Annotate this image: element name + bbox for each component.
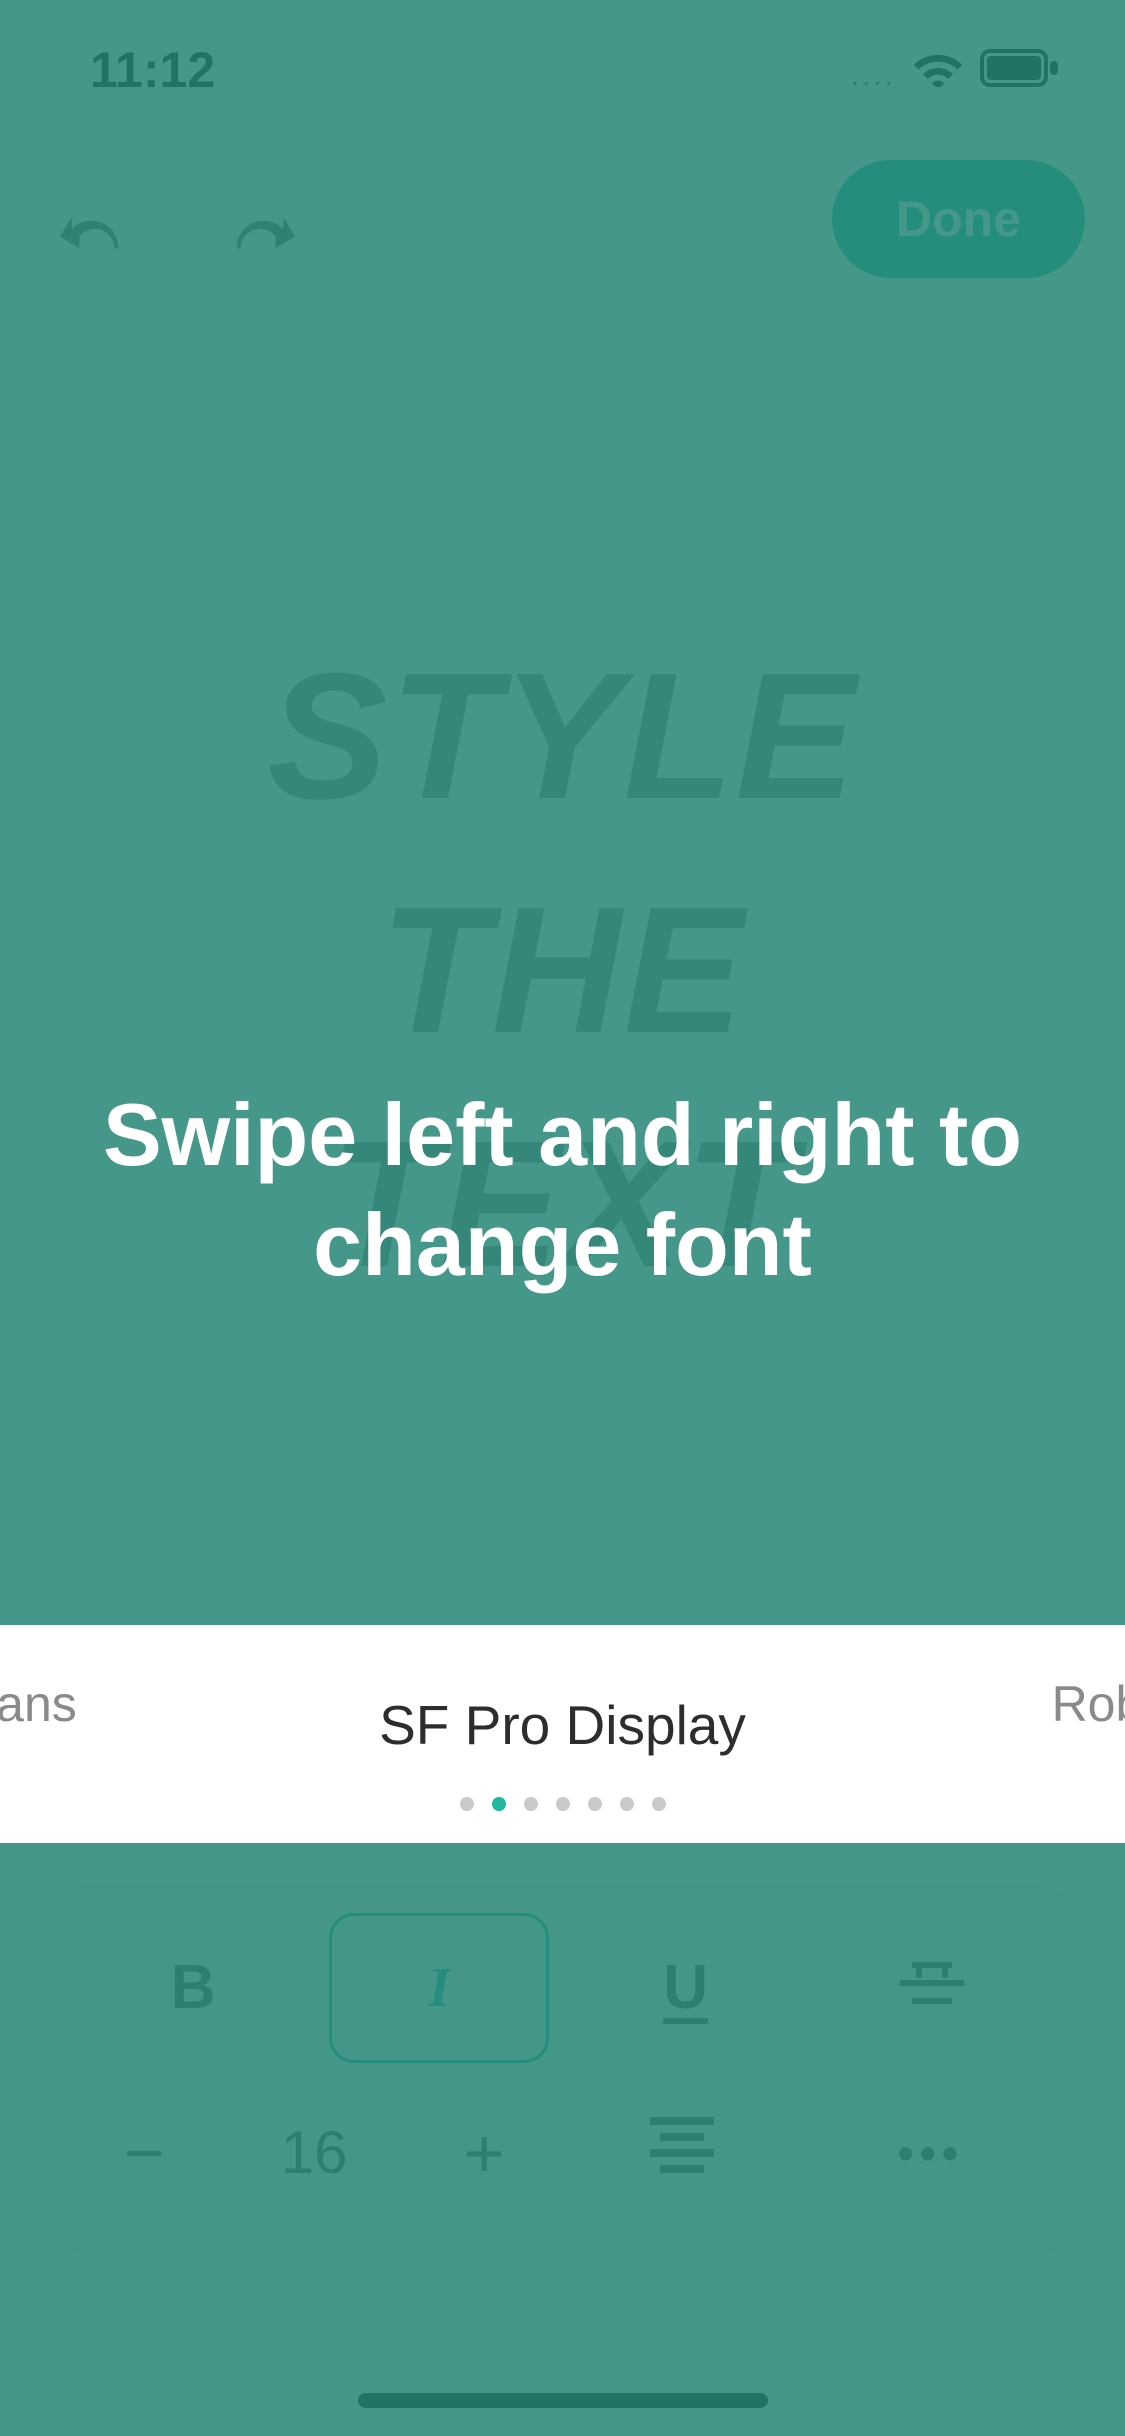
coach-overlay-top[interactable]: [0, 0, 1125, 1625]
pager-dot[interactable]: [524, 1797, 538, 1811]
pager-dot[interactable]: [556, 1797, 570, 1811]
font-option-prev[interactable]: : Sans: [0, 1675, 77, 1733]
font-picker[interactable]: : Sans SF Pro Display Robot: [0, 1625, 1125, 1843]
coach-overlay-bottom[interactable]: [0, 1843, 1125, 2436]
coach-message: Swipe left and right to change font: [0, 1080, 1125, 1300]
font-pager: [0, 1797, 1125, 1843]
pager-dot[interactable]: [460, 1797, 474, 1811]
font-option-next[interactable]: Robot: [1052, 1675, 1125, 1733]
pager-dot[interactable]: [492, 1797, 506, 1811]
pager-dot[interactable]: [620, 1797, 634, 1811]
pager-dot[interactable]: [588, 1797, 602, 1811]
pager-dot[interactable]: [652, 1797, 666, 1811]
font-option-current[interactable]: SF Pro Display: [379, 1693, 746, 1757]
